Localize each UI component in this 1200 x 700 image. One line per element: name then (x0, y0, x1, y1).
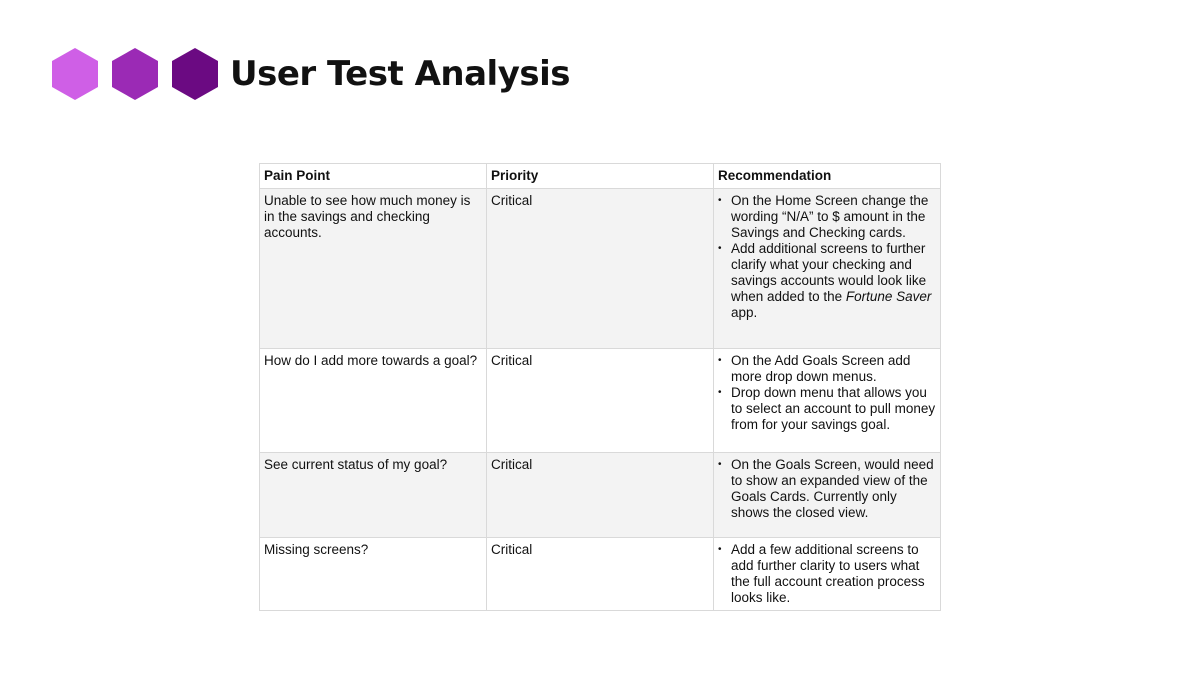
recommendation-cell: • On the Goals Screen, would need to show… (713, 452, 941, 538)
hexagon-light-icon (52, 48, 98, 100)
bullet-icon: • (718, 243, 722, 254)
pain-point-cell: Unable to see how much money is in the s… (259, 188, 487, 349)
recommendation-item: • Add a few additional screens to add fur… (718, 542, 936, 606)
pain-point-cell: See current status of my goal? (259, 452, 487, 538)
priority-cell: Critical (486, 537, 714, 611)
table-row: See current status of my goal? Critical … (259, 452, 941, 538)
header-priority: Priority (486, 163, 714, 189)
table-header-row: Pain Point Priority Recommendation (259, 163, 941, 189)
bullet-icon: • (718, 355, 722, 366)
recommendation-cell: • On the Add Goals Screen add more drop d… (713, 348, 941, 453)
bullet-icon: • (718, 544, 722, 555)
slide-header: User Test Analysis (52, 48, 570, 100)
hexagon-medium-icon (112, 48, 158, 100)
analysis-table: Pain Point Priority Recommendation Unabl… (259, 163, 941, 611)
recommendation-item: • On the Goals Screen, would need to show… (718, 457, 936, 521)
recommendation-cell: • Add a few additional screens to add fur… (713, 537, 941, 611)
bullet-icon: • (718, 195, 722, 206)
recommendation-text: On the Home Screen change the wording “N… (731, 193, 929, 240)
header-recommendation: Recommendation (713, 163, 941, 189)
priority-cell: Critical (486, 452, 714, 538)
slide-title: User Test Analysis (230, 54, 570, 94)
recommendation-item: • Drop down menu that allows you to selec… (718, 385, 936, 433)
pain-point-cell: How do I add more towards a goal? (259, 348, 487, 453)
bullet-icon: • (718, 387, 722, 398)
recommendation-item: • Add additional screens to further clari… (718, 241, 936, 321)
table-row: Unable to see how much money is in the s… (259, 188, 941, 349)
bullet-icon: • (718, 459, 722, 470)
pain-point-cell: Missing screens? (259, 537, 487, 611)
recommendation-list: • On the Home Screen change the wording “… (718, 193, 936, 321)
header-pain-point: Pain Point (259, 163, 487, 189)
recommendation-text: Add additional screens to further clarif… (731, 241, 932, 320)
hexagon-dark-icon (172, 48, 218, 100)
priority-cell: Critical (486, 348, 714, 453)
recommendation-item: • On the Add Goals Screen add more drop d… (718, 353, 936, 385)
table-row: Missing screens? Critical • Add a few add… (259, 537, 941, 611)
recommendation-list: • On the Goals Screen, would need to show… (718, 457, 936, 521)
table-row: How do I add more towards a goal? Critic… (259, 348, 941, 453)
recommendation-text: Drop down menu that allows you to select… (731, 385, 936, 432)
recommendation-text: Add a few additional screens to add furt… (731, 542, 925, 605)
slide: User Test Analysis Pain Point Priority R… (0, 0, 1200, 700)
recommendation-list: • On the Add Goals Screen add more drop d… (718, 353, 936, 433)
recommendation-text: On the Add Goals Screen add more drop do… (731, 353, 911, 384)
priority-cell: Critical (486, 188, 714, 349)
recommendation-text: On the Goals Screen, would need to show … (731, 457, 934, 520)
recommendation-item: • On the Home Screen change the wording “… (718, 193, 936, 241)
recommendation-list: • Add a few additional screens to add fur… (718, 542, 936, 606)
recommendation-cell: • On the Home Screen change the wording “… (713, 188, 941, 349)
